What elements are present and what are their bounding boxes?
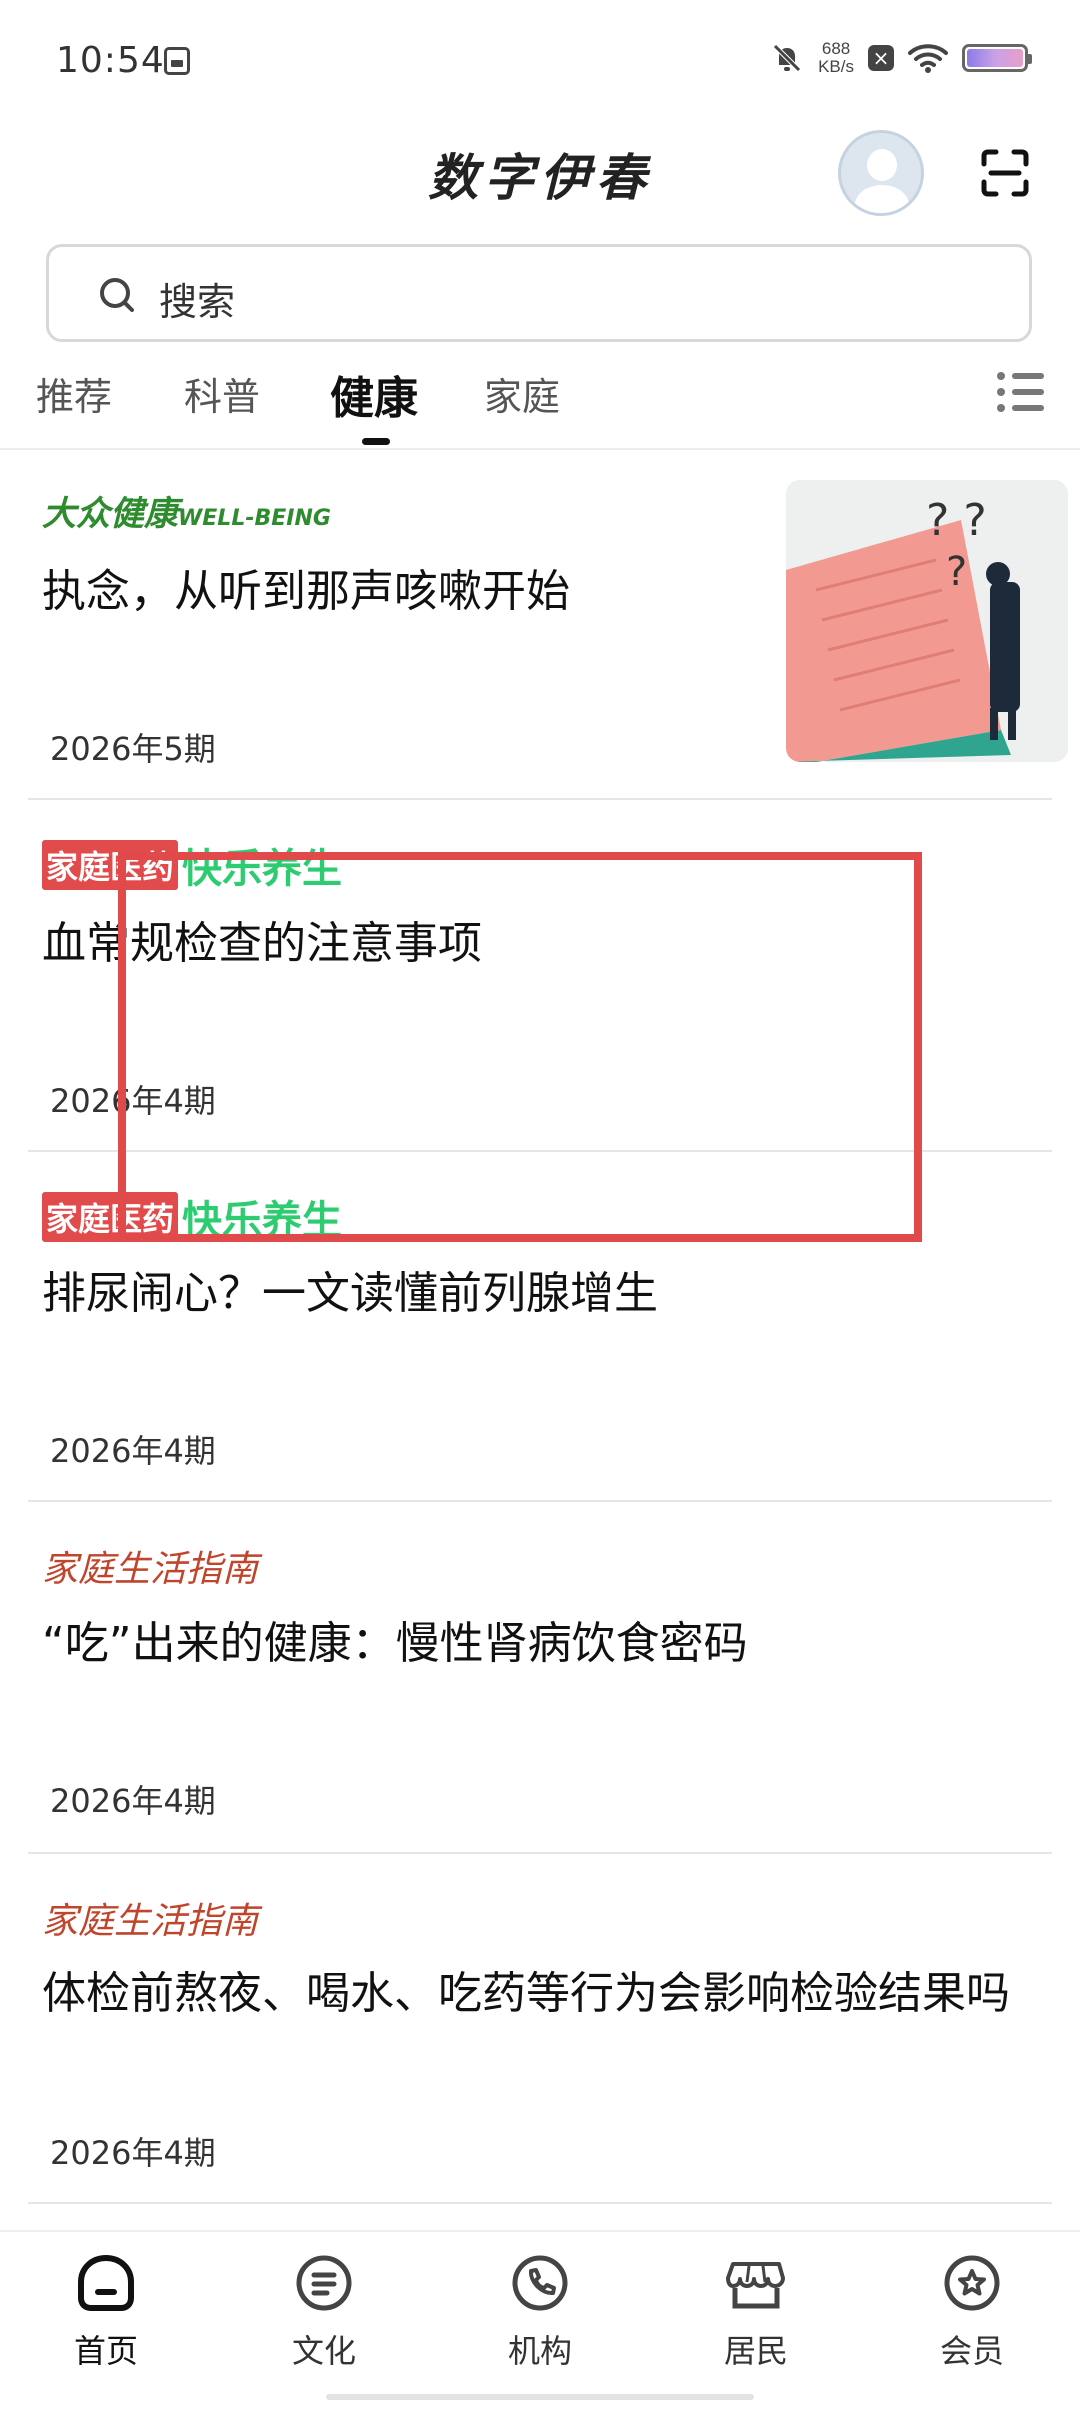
article-source: 家庭医药 快乐养生	[42, 836, 342, 894]
article-issue: 2026年5期	[50, 730, 216, 768]
wifi-icon	[908, 44, 948, 73]
nav-label-residents: 居民	[723, 2332, 788, 2370]
search-icon	[100, 278, 134, 312]
article-title: 血常规检查的注意事项	[42, 918, 482, 969]
article-title: “吃”出来的健康：慢性肾病饮食密码	[42, 1618, 748, 1669]
article-issue: 2026年4期	[50, 2134, 216, 2172]
status-bar: 10:54 688 KB/s ×	[0, 0, 1080, 120]
category-tabs: 推荐 科普 健康 家庭	[0, 360, 1080, 448]
tab-health[interactable]: 健康	[330, 362, 418, 426]
tab-active-indicator	[362, 438, 390, 445]
article-issue: 2026年4期	[50, 1782, 216, 1820]
article-title: 体检前熬夜、喝水、吃药等行为会影响检验结果吗	[42, 1968, 1010, 2019]
battery-icon	[962, 44, 1032, 72]
tab-recommend[interactable]: 推荐	[36, 366, 112, 421]
tab-science[interactable]: 科普	[184, 366, 260, 421]
article-issue: 2026年4期	[50, 1082, 216, 1120]
list-item[interactable]: 家庭医药 快乐养生 排尿闹心？一文读懂前列腺增生 2026年4期	[28, 1152, 1052, 1502]
nav-label-member: 会员	[939, 2332, 1004, 2370]
svg-text:?: ?	[946, 549, 967, 595]
home-indicator	[326, 2394, 754, 2400]
nav-label-institution: 机构	[507, 2332, 572, 2370]
svg-text:? ?: ? ?	[926, 495, 987, 546]
article-source: 家庭生活指南	[42, 1549, 259, 1590]
article-source: 家庭生活指南	[42, 1901, 259, 1942]
document-icon	[296, 2255, 352, 2311]
bottom-nav: 首页 文化 机构 居民 会员	[0, 2230, 1080, 2410]
nav-label-home: 首页	[73, 2332, 138, 2370]
article-title: 执念，从听到那声咳嗽开始	[42, 566, 570, 617]
search-input[interactable]: 搜索	[46, 244, 1032, 342]
nav-label-culture: 文化	[291, 2332, 356, 2370]
sim-card-icon	[164, 47, 190, 75]
nav-member[interactable]: 会员	[902, 2252, 1042, 2372]
nav-residents[interactable]: 居民	[686, 2252, 826, 2372]
article-issue: 2026年4期	[50, 1432, 216, 1470]
search-placeholder: 搜索	[159, 280, 236, 324]
bell-mute-icon	[773, 44, 801, 72]
list-item[interactable]: 家庭生活指南 体检前熬夜、喝水、吃药等行为会影响检验结果吗 2026年4期	[28, 1854, 1052, 2204]
list-item[interactable]: 大众健康WELL-BEING 执念，从听到那声咳嗽开始 2026年5期 ? ? …	[28, 450, 1068, 800]
store-icon	[726, 2262, 785, 2309]
scan-icon[interactable]	[980, 148, 1030, 198]
article-source: 家庭医药 快乐养生	[42, 1188, 342, 1246]
nav-institution[interactable]: 机构	[470, 2252, 610, 2372]
network-speed: 688 KB/s	[818, 39, 854, 76]
close-box-icon: ×	[868, 45, 894, 71]
home-icon	[78, 2254, 134, 2311]
nav-culture[interactable]: 文化	[254, 2252, 394, 2372]
nav-home[interactable]: 首页	[36, 2252, 176, 2372]
phone-icon	[512, 2255, 568, 2311]
list-menu-icon[interactable]	[996, 370, 1046, 414]
article-source: 大众健康WELL-BEING	[42, 494, 331, 534]
list-item[interactable]: 家庭医药 快乐养生 血常规检查的注意事项 2026年4期	[28, 800, 1052, 1152]
star-badge-icon	[944, 2255, 1000, 2311]
status-time: 10:54	[56, 40, 165, 81]
tab-family[interactable]: 家庭	[484, 366, 560, 421]
article-thumbnail: ? ? ?	[786, 480, 1068, 762]
list-item[interactable]: 家庭生活指南 “吃”出来的健康：慢性肾病饮食密码 2026年4期	[28, 1502, 1052, 1854]
article-title: 排尿闹心？一文读懂前列腺增生	[42, 1268, 658, 1319]
avatar[interactable]	[838, 130, 924, 216]
